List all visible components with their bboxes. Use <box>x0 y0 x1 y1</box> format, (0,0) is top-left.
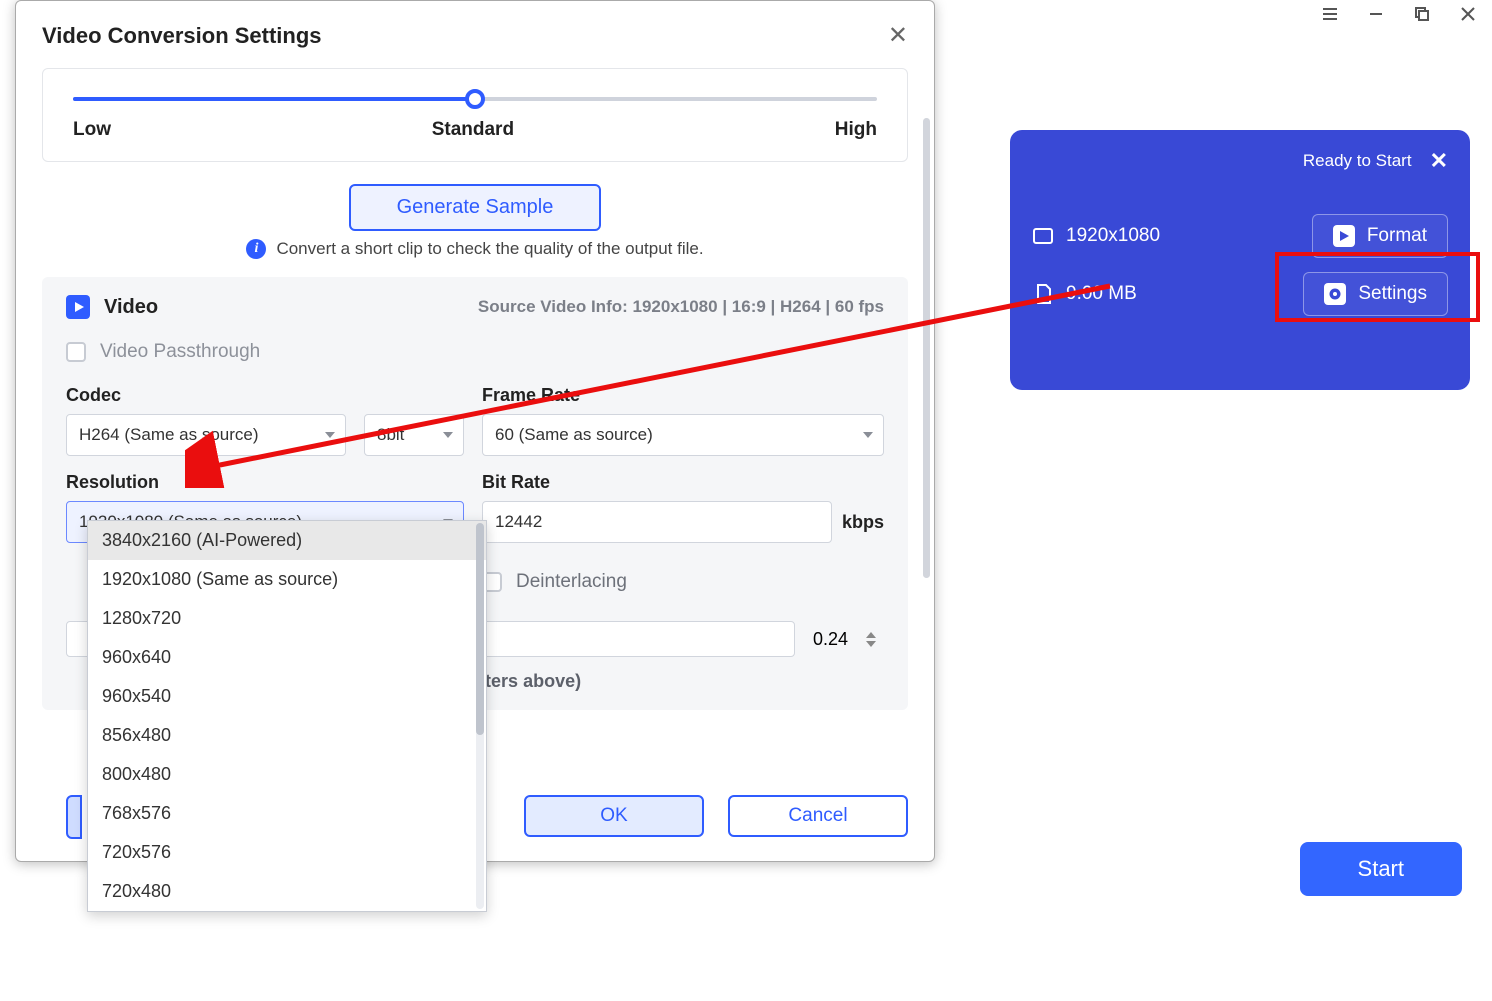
maximize-icon[interactable] <box>1413 5 1431 23</box>
spin-buttons[interactable] <box>866 632 884 647</box>
chevron-down-icon <box>863 432 873 438</box>
bitdepth-label <box>364 385 464 406</box>
minimize-icon[interactable] <box>1367 5 1385 23</box>
sample-hint: i Convert a short clip to check the qual… <box>42 239 908 259</box>
resolution-icon <box>1032 225 1054 247</box>
passthrough-label: Video Passthrough <box>100 341 260 363</box>
bitdepth-value: 8bit <box>377 425 404 445</box>
slider-label-low: Low <box>73 119 111 141</box>
modal-header: Video Conversion Settings ✕ <box>16 1 934 62</box>
slider-label-standard: Standard <box>432 119 514 141</box>
inner-scrollbar[interactable] <box>923 118 930 578</box>
bitrate-unit: kbps <box>842 512 884 533</box>
chevron-down-icon <box>325 432 335 438</box>
resolution-option[interactable]: 768x576 <box>88 794 486 833</box>
codec-select[interactable]: H264 (Same as source) <box>66 414 346 456</box>
modal-close-icon[interactable]: ✕ <box>888 21 908 50</box>
menu-icon[interactable] <box>1321 5 1339 23</box>
framerate-select[interactable]: 60 (Same as source) <box>482 414 884 456</box>
ok-button[interactable]: OK <box>524 795 704 837</box>
resolution-option[interactable]: 800x480 <box>88 755 486 794</box>
start-button[interactable]: Start <box>1300 842 1462 896</box>
generate-sample-button[interactable]: Generate Sample <box>349 184 602 231</box>
bitrate-label: Bit Rate <box>482 472 884 493</box>
cancel-button[interactable]: Cancel <box>728 795 908 837</box>
resolution-option[interactable]: 720x576 <box>88 833 486 872</box>
framerate-value: 60 (Same as source) <box>495 425 653 445</box>
slider-thumb[interactable] <box>465 89 485 109</box>
status-text: Ready to Start <box>1303 151 1412 171</box>
video-heading: Video <box>104 296 158 319</box>
resolution-option[interactable]: 3840x2160 (AI-Powered) <box>88 521 486 560</box>
resolution-option[interactable]: 1920x1080 (Same as source) <box>88 560 486 599</box>
resolution-option[interactable]: 960x640 <box>88 638 486 677</box>
source-video-info: Source Video Info: 1920x1080 | 16:9 | H2… <box>478 297 884 317</box>
codec-label: Codec <box>66 385 346 406</box>
deinterlacing-label: Deinterlacing <box>516 571 627 593</box>
gear-icon <box>1324 283 1346 305</box>
bitrate-value: 12442 <box>495 512 542 532</box>
bitrate-input[interactable]: 12442 <box>482 501 832 543</box>
bitdepth-select[interactable]: 8bit <box>364 414 464 456</box>
format-label: Format <box>1367 225 1427 247</box>
close-icon[interactable] <box>1459 5 1477 23</box>
resolution-option[interactable]: 1280x720 <box>88 599 486 638</box>
window-chrome <box>1321 5 1477 23</box>
chevron-down-icon <box>443 432 453 438</box>
format-button[interactable]: Format <box>1312 214 1448 258</box>
slider-label-high: High <box>835 119 877 141</box>
resolution-option[interactable]: 720x480 <box>88 872 486 911</box>
panel-resolution: 1920x1080 <box>1066 225 1160 247</box>
modal-title: Video Conversion Settings <box>42 23 322 49</box>
info-icon: i <box>246 239 266 259</box>
dropdown-scrollbar[interactable] <box>476 523 484 909</box>
filesize-icon <box>1032 283 1054 305</box>
numeric-value: 0.24 <box>807 629 854 650</box>
codec-value: H264 (Same as source) <box>79 425 259 445</box>
panel-close-icon[interactable]: ✕ <box>1430 148 1448 174</box>
quality-slider[interactable] <box>73 97 877 101</box>
resolution-dropdown: 3840x2160 (AI-Powered) 1920x1080 (Same a… <box>87 520 487 912</box>
settings-button[interactable]: Settings <box>1303 272 1448 316</box>
resolution-option[interactable]: 856x480 <box>88 716 486 755</box>
settings-label: Settings <box>1358 283 1427 305</box>
truncated-button[interactable] <box>66 795 82 839</box>
resolution-label: Resolution <box>66 472 464 493</box>
hint-text: Convert a short clip to check the qualit… <box>276 239 703 259</box>
resolution-option[interactable]: 960x540 <box>88 677 486 716</box>
panel-size: 9.00 MB <box>1066 283 1137 305</box>
framerate-label: Frame Rate <box>482 385 884 406</box>
quality-slider-card: Low Standard High <box>42 68 908 162</box>
passthrough-checkbox[interactable] <box>66 342 86 362</box>
video-icon <box>66 295 90 319</box>
play-icon <box>1333 225 1355 247</box>
task-panel: Ready to Start ✕ 1920x1080 Format 9.00 M… <box>1010 130 1470 390</box>
